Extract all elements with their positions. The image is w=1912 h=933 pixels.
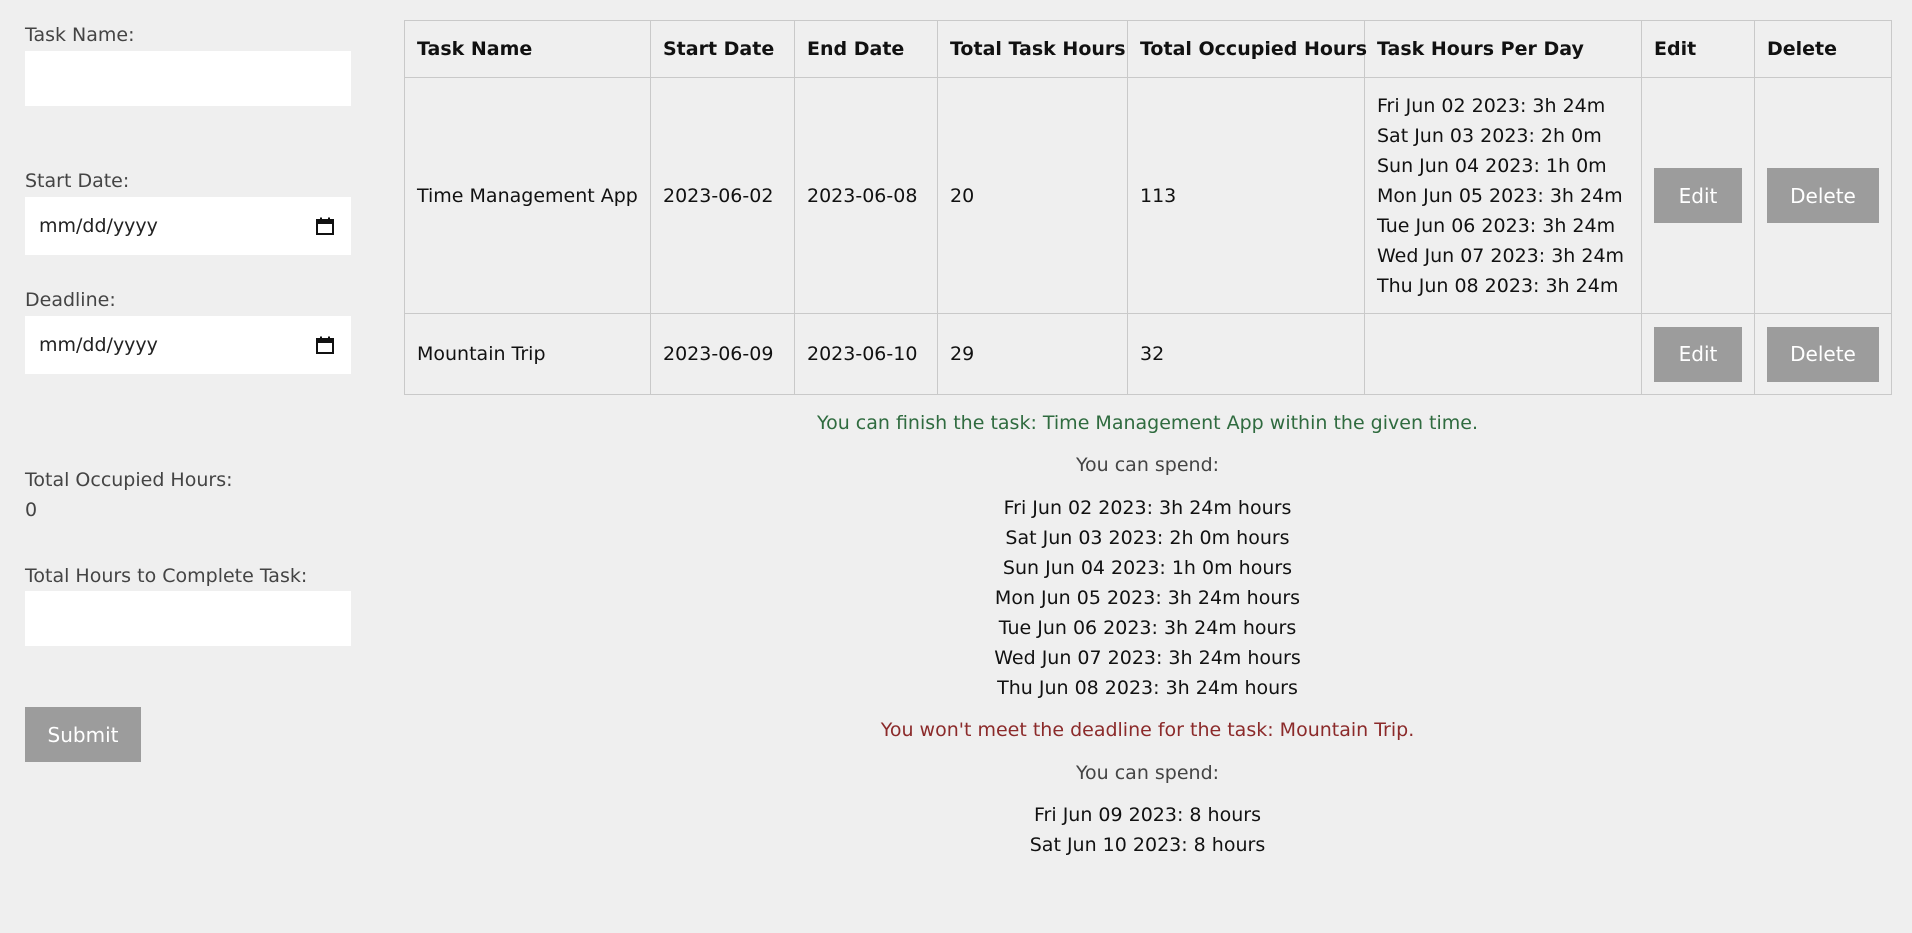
fail-message: You won't meet the deadline for the task… bbox=[880, 719, 1415, 741]
cell-start-date: 2023-06-09 bbox=[650, 313, 795, 395]
header-end-date: End Date bbox=[794, 20, 938, 78]
spend-label: You can spend: bbox=[1075, 454, 1220, 476]
cell-task-name: Time Management App bbox=[404, 77, 651, 314]
header-edit: Edit bbox=[1641, 20, 1755, 78]
table-row: Mountain Trip 2023-06-09 2023-06-10 29 3… bbox=[404, 313, 1892, 395]
cell-end-date: 2023-06-08 bbox=[794, 77, 938, 314]
task-table: Task Name Start Date End Date Total Task… bbox=[404, 20, 1892, 395]
spend-list: Fri Jun 09 2023: 8 hours Sat Jun 10 2023… bbox=[404, 800, 1891, 860]
hours-per-day-item: Fri Jun 02 2023: 3h 24m bbox=[1377, 94, 1606, 117]
cell-start-date: 2023-06-02 bbox=[650, 77, 795, 314]
header-task-hours-per-day: Task Hours Per Day bbox=[1364, 20, 1642, 78]
success-message: You can finish the task: Time Management… bbox=[817, 412, 1478, 434]
cell-total-occupied-hours: 32 bbox=[1127, 313, 1365, 395]
table-header-row: Task Name Start Date End Date Total Task… bbox=[404, 20, 1892, 78]
deadline-label: Deadline: bbox=[25, 289, 116, 311]
hours-per-day-item: Sat Jun 03 2023: 2h 0m bbox=[1377, 124, 1602, 147]
spend-item: Sat Jun 10 2023: 8 hours bbox=[1029, 834, 1266, 856]
hours-per-day-item: Wed Jun 07 2023: 3h 24m bbox=[1377, 244, 1625, 267]
hours-per-day-item: Mon Jun 05 2023: 3h 24m bbox=[1377, 184, 1623, 207]
spend-item: Mon Jun 05 2023: 3h 24m hours bbox=[994, 587, 1301, 609]
header-start-date: Start Date bbox=[650, 20, 795, 78]
spend-item: Fri Jun 09 2023: 8 hours bbox=[1034, 804, 1261, 826]
spend-item: Tue Jun 06 2023: 3h 24m hours bbox=[998, 617, 1297, 639]
task-table-container: Task Name Start Date End Date Total Task… bbox=[404, 20, 1892, 395]
cell-task-name: Mountain Trip bbox=[404, 313, 651, 395]
cell-edit: Edit bbox=[1641, 77, 1755, 314]
cell-edit: Edit bbox=[1641, 313, 1755, 395]
hours-per-day-item: Thu Jun 08 2023: 3h 24m bbox=[1377, 274, 1619, 297]
header-total-task-hours: Total Task Hours bbox=[937, 20, 1128, 78]
task-name-label: Task Name: bbox=[25, 24, 135, 46]
task-name-input[interactable] bbox=[25, 51, 351, 106]
delete-button[interactable]: Delete bbox=[1767, 168, 1879, 223]
spend-item: Wed Jun 07 2023: 3h 24m hours bbox=[994, 647, 1301, 669]
spend-item: Thu Jun 08 2023: 3h 24m hours bbox=[997, 677, 1298, 699]
start-date-label: Start Date: bbox=[25, 170, 130, 192]
cell-delete: Delete bbox=[1754, 77, 1892, 314]
deadline-input[interactable]: mm/dd/yyyy bbox=[25, 316, 351, 374]
cell-delete: Delete bbox=[1754, 313, 1892, 395]
submit-button[interactable]: Submit bbox=[25, 707, 141, 762]
cell-task-hours-per-day: Fri Jun 02 2023: 3h 24m Sat Jun 03 2023:… bbox=[1364, 77, 1642, 314]
hours-per-day-item: Tue Jun 06 2023: 3h 24m bbox=[1377, 214, 1616, 237]
calendar-icon[interactable] bbox=[315, 335, 335, 355]
cell-end-date: 2023-06-10 bbox=[794, 313, 938, 395]
start-date-input[interactable]: mm/dd/yyyy bbox=[25, 197, 351, 255]
spend-item: Fri Jun 02 2023: 3h 24m hours bbox=[1003, 497, 1292, 519]
total-hours-label: Total Hours to Complete Task: bbox=[25, 565, 308, 587]
edit-button[interactable]: Edit bbox=[1654, 168, 1742, 223]
total-hours-input[interactable] bbox=[25, 591, 351, 646]
spend-label: You can spend: bbox=[1075, 762, 1220, 784]
total-occupied-hours-value: 0 bbox=[25, 499, 38, 521]
header-delete: Delete bbox=[1754, 20, 1892, 78]
deadline-placeholder: mm/dd/yyyy bbox=[39, 334, 158, 356]
start-date-placeholder: mm/dd/yyyy bbox=[39, 215, 158, 237]
header-task-name: Task Name bbox=[404, 20, 651, 78]
cell-total-task-hours: 29 bbox=[937, 313, 1128, 395]
cell-total-task-hours: 20 bbox=[937, 77, 1128, 314]
edit-button[interactable]: Edit bbox=[1654, 326, 1742, 382]
header-total-occupied-hours: Total Occupied Hours bbox=[1127, 20, 1367, 78]
total-occupied-hours-label: Total Occupied Hours: bbox=[25, 469, 233, 491]
spend-item: Sat Jun 03 2023: 2h 0m hours bbox=[1005, 527, 1290, 549]
spend-item: Sun Jun 04 2023: 1h 0m hours bbox=[1002, 557, 1293, 579]
spend-list: Fri Jun 02 2023: 3h 24m hours Sat Jun 03… bbox=[404, 493, 1891, 703]
table-row: Time Management App 2023-06-02 2023-06-0… bbox=[404, 77, 1892, 314]
cell-task-hours-per-day bbox=[1364, 313, 1642, 395]
hours-per-day-item: Sun Jun 04 2023: 1h 0m bbox=[1377, 154, 1607, 177]
delete-button[interactable]: Delete bbox=[1767, 326, 1879, 382]
cell-total-occupied-hours: 113 bbox=[1127, 77, 1365, 314]
calendar-icon[interactable] bbox=[315, 216, 335, 236]
hours-per-day-list: Fri Jun 02 2023: 3h 24m Sat Jun 03 2023:… bbox=[1377, 91, 1629, 301]
